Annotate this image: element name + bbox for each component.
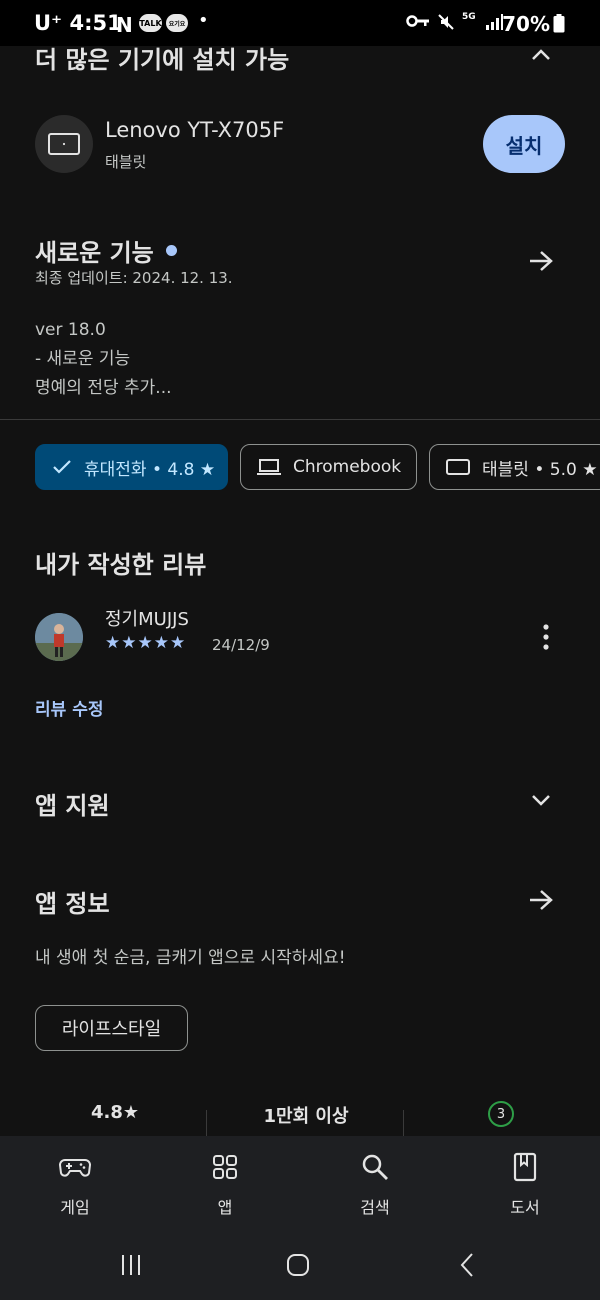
nav-books[interactable]: 도서 bbox=[465, 1152, 585, 1218]
whats-new-title: 새로운 기능 bbox=[35, 239, 154, 267]
network-5g-icon: 5G bbox=[462, 12, 476, 22]
nav-apps[interactable]: 앱 bbox=[165, 1152, 285, 1218]
whats-new-notes: ver 18.0 - 새로운 기능 명예의 전당 추가... bbox=[35, 316, 172, 403]
chip-tablet[interactable]: 태블릿 • 5.0 ★ bbox=[429, 444, 600, 490]
app-description: 내 생애 첫 순금, 금캐기 앱으로 시작하세요! bbox=[35, 948, 346, 968]
arrow-right-icon[interactable] bbox=[527, 887, 555, 917]
age-rating-badge: 3 bbox=[488, 1101, 514, 1127]
battery-icon bbox=[553, 14, 565, 37]
collapse-chevron-up-icon[interactable] bbox=[528, 44, 554, 70]
install-button[interactable]: 설치 bbox=[483, 115, 565, 173]
laptop-icon bbox=[257, 458, 281, 476]
apps-grid-icon bbox=[210, 1152, 240, 1186]
signal-icon bbox=[485, 13, 503, 36]
carrier-label: U⁺ bbox=[34, 11, 63, 35]
gamepad-icon bbox=[58, 1152, 92, 1186]
review-date: 24/12/9 bbox=[212, 636, 270, 654]
more-options-icon[interactable] bbox=[537, 623, 555, 655]
category-tag[interactable]: 라이프스타일 bbox=[35, 1005, 188, 1051]
edit-review-link[interactable]: 리뷰 수정 bbox=[35, 695, 103, 720]
app-support-title[interactable]: 앱 지원 bbox=[35, 786, 110, 821]
review-username: 정기MUJJS bbox=[105, 609, 189, 630]
nav-apps-label: 앱 bbox=[217, 1198, 233, 1217]
nav-books-label: 도서 bbox=[510, 1198, 540, 1217]
status-time-group: U⁺ 4:51 bbox=[34, 11, 122, 35]
last-updated: 최종 업데이트: 2024. 12. 13. bbox=[35, 269, 233, 287]
new-dot-icon bbox=[165, 245, 177, 256]
netflix-notif-icon: N bbox=[116, 13, 133, 37]
note-line: - 새로운 기능 bbox=[35, 349, 131, 369]
chip-phone[interactable]: 휴대전화 • 4.8 ★ bbox=[35, 444, 228, 490]
stat-rating: 4.8★ bbox=[90, 1102, 140, 1123]
nav-search-label: 검색 bbox=[360, 1198, 390, 1217]
chip-chromebook[interactable]: Chromebook bbox=[240, 444, 417, 490]
my-review-title: 내가 작성한 리뷰 bbox=[35, 551, 207, 579]
chip-tablet-label: 태블릿 • 5.0 ★ bbox=[482, 459, 598, 480]
book-icon bbox=[510, 1152, 540, 1186]
stat-divider bbox=[206, 1110, 207, 1138]
app-info-title[interactable]: 앱 정보 bbox=[35, 884, 110, 919]
note-line: 명예의 전당 추가... bbox=[35, 378, 172, 398]
tablet-device-icon bbox=[35, 115, 93, 173]
recent-apps-icon[interactable] bbox=[118, 1252, 144, 1282]
battery-percent: 70% bbox=[502, 12, 550, 36]
chip-phone-label: 휴대전화 • 4.8 ★ bbox=[84, 459, 216, 480]
whats-new-header[interactable]: 새로운 기능 bbox=[35, 233, 177, 268]
chip-chromebook-label: Chromebook bbox=[293, 457, 402, 477]
vpn-key-icon bbox=[406, 13, 430, 34]
arrow-right-icon[interactable] bbox=[527, 248, 555, 278]
home-icon[interactable] bbox=[285, 1252, 311, 1282]
status-bar: U⁺ 4:51 N TALK 요기요 • 5G 70% bbox=[0, 0, 600, 46]
device-name: Lenovo YT-X705F bbox=[105, 118, 285, 142]
nav-games[interactable]: 게임 bbox=[15, 1152, 135, 1218]
stat-downloads: 1만회 이상 bbox=[263, 1106, 349, 1127]
avatar bbox=[35, 613, 83, 661]
review-stars: ★★★★★ bbox=[105, 633, 187, 653]
check-icon bbox=[52, 459, 72, 475]
nav-games-label: 게임 bbox=[60, 1198, 90, 1217]
section-divider bbox=[0, 419, 600, 420]
nav-search[interactable]: 검색 bbox=[315, 1152, 435, 1218]
mute-icon bbox=[437, 13, 455, 36]
search-icon bbox=[360, 1152, 390, 1186]
clock: 4:51 bbox=[69, 11, 122, 35]
back-icon[interactable] bbox=[455, 1252, 481, 1282]
expand-chevron-down-icon[interactable] bbox=[528, 789, 554, 815]
device-type: 태블릿 bbox=[105, 153, 147, 171]
more-notif-dot: • bbox=[198, 10, 209, 31]
stat-divider bbox=[403, 1110, 404, 1138]
yogiyo-notif-icon: 요기요 bbox=[166, 14, 188, 32]
tablet-icon bbox=[446, 458, 470, 476]
kakaotalk-notif-icon: TALK bbox=[139, 14, 162, 32]
note-line: ver 18.0 bbox=[35, 320, 106, 340]
